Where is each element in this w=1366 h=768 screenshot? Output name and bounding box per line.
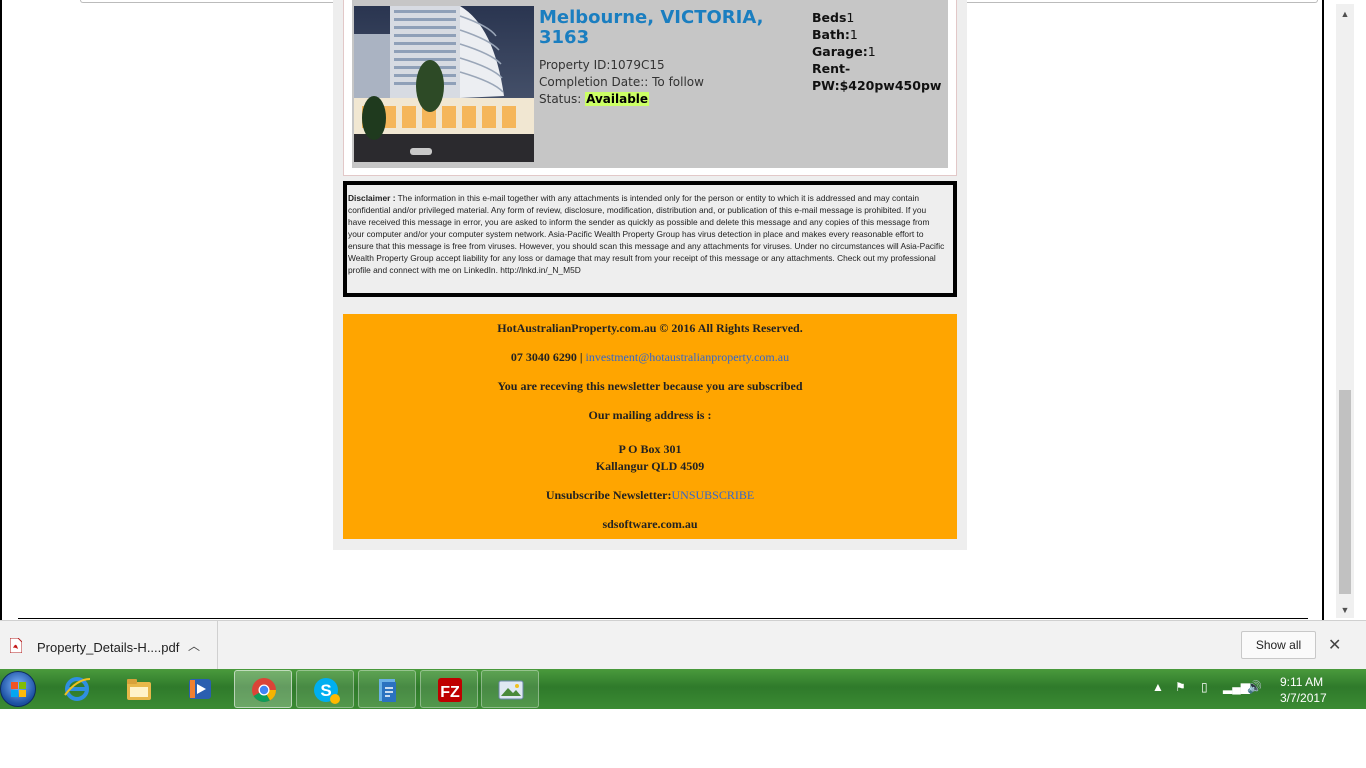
photo-viewer-icon	[498, 680, 524, 700]
bath-label: Bath:	[812, 27, 850, 42]
right-border	[1322, 0, 1324, 620]
svg-text:FZ: FZ	[440, 684, 460, 701]
unsubscribe-label: Unsubscribe Newsletter:	[545, 488, 672, 502]
mailing-address-1: P O Box 301	[618, 442, 682, 456]
unsubscribe-line: Unsubscribe Newsletter:UNSUBSCRIBE	[343, 488, 957, 503]
property-card-inner: Melbourne, VICTORIA, 3163 Property ID:10…	[352, 0, 948, 168]
garage-spec: Garage:1	[812, 44, 876, 59]
chevron-up-icon[interactable]: ︿	[188, 637, 200, 654]
show-all-button[interactable]: Show all	[1241, 631, 1316, 659]
mailing-heading: Our mailing address is :	[588, 408, 712, 422]
scrollbar-thumb[interactable]	[1339, 390, 1351, 594]
unsubscribe-link[interactable]: UNSUBSCRIBE	[671, 488, 754, 502]
vertical-scrollbar[interactable]: ▲ ▼	[1336, 4, 1354, 618]
beds-spec: Beds1	[812, 10, 854, 25]
property-address[interactable]: Melbourne, VICTORIA, 3163	[539, 8, 799, 48]
rent-value: PW:$420pw450pw	[812, 78, 942, 93]
close-icon[interactable]: ✕	[1328, 635, 1341, 655]
clock-time[interactable]: 9:11 AM	[1280, 675, 1323, 689]
garage-label: Garage:	[812, 44, 868, 59]
windows-logo-icon	[11, 682, 26, 697]
site-link[interactable]: sdsoftware.com.au	[343, 517, 957, 532]
taskbar-windows-explorer[interactable]	[110, 670, 168, 708]
browser-viewport: ▲ ▼ Melbourne, VICTORIA, 3163 Property I…	[0, 0, 1366, 620]
address-line-2[interactable]: 3163	[539, 28, 799, 48]
system-tray: ▲ ⚑ ▯ ▂▄▆ 🔊	[1145, 669, 1366, 709]
rent-label: Rent-	[812, 61, 851, 76]
address-line-1[interactable]: Melbourne, VICTORIA,	[539, 8, 799, 28]
taskbar-photo-viewer[interactable]	[481, 670, 539, 708]
internet-explorer-icon	[64, 677, 91, 701]
action-center-icon[interactable]: ⚑	[1175, 680, 1186, 694]
media-player-icon	[189, 679, 211, 699]
windows-explorer-icon	[127, 679, 151, 700]
disclaimer-box: Disclaimer : The information in this e-m…	[343, 181, 957, 297]
scroll-up-icon[interactable]: ▲	[1339, 8, 1351, 20]
left-border	[0, 0, 2, 620]
email-link[interactable]: investment@hotaustralianproperty.com.au	[586, 350, 790, 364]
contact-line: 07 3040 6290 | investment@hotaustralianp…	[343, 350, 957, 365]
download-item[interactable]: Property_Details-H....pdf ︿	[0, 621, 218, 670]
scroll-down-icon[interactable]: ▼	[1339, 604, 1351, 616]
windows-taskbar: S FZ ▲ ⚑ ▯ ▂▄▆ 🔊	[0, 669, 1366, 709]
garage-value: 1	[867, 44, 876, 59]
phone-number: 07 3040 6290 |	[510, 350, 583, 364]
bath-value: 1	[849, 27, 858, 42]
taskbar-chrome[interactable]	[234, 670, 292, 708]
beds-label: Beds	[812, 10, 847, 25]
taskbar-skype[interactable]: S	[296, 670, 354, 708]
taskbar-internet-explorer[interactable]	[48, 670, 106, 708]
start-button[interactable]	[0, 671, 36, 707]
pdf-file-icon	[10, 638, 22, 653]
clock-date[interactable]: 3/7/2017	[1280, 691, 1327, 705]
app-icon	[379, 679, 396, 702]
property-photo[interactable]	[354, 6, 534, 162]
bath-spec: Bath:1	[812, 27, 858, 42]
svg-text:S: S	[320, 681, 331, 700]
blank-area	[0, 709, 1366, 768]
disclaimer-label: Disclaimer :	[348, 193, 396, 203]
status-label: Status:	[539, 92, 582, 106]
taskbar-media-player[interactable]	[171, 670, 229, 708]
mailing-address-2: Kallangur QLD 4509	[595, 459, 705, 473]
battery-icon[interactable]: ▯	[1201, 680, 1208, 694]
copyright-text: HotAustralianProperty.com.au © 2016 All …	[497, 321, 803, 335]
disclaimer-text: Disclaimer : The information in this e-m…	[348, 193, 945, 275]
download-bar: Property_Details-H....pdf ︿ Show all ✕	[0, 620, 1366, 670]
show-hidden-icons-icon[interactable]: ▲	[1152, 680, 1164, 694]
completion-date: Completion Date:: To follow	[539, 75, 704, 89]
network-signal-icon[interactable]: ▂▄▆	[1223, 680, 1250, 694]
status-badge: Available	[585, 92, 650, 106]
property-status: Status: Available	[539, 92, 650, 106]
property-id: Property ID:1079C15	[539, 58, 665, 72]
download-file-name[interactable]: Property_Details-H....pdf	[37, 640, 179, 655]
chrome-icon	[252, 678, 276, 703]
newsletter-container: Melbourne, VICTORIA, 3163 Property ID:10…	[333, 0, 967, 550]
property-card: Melbourne, VICTORIA, 3163 Property ID:10…	[343, 0, 957, 176]
volume-icon[interactable]: 🔊	[1247, 680, 1262, 694]
subscribed-notice: You are receving this newsletter because…	[497, 379, 803, 393]
newsletter-footer: HotAustralianProperty.com.au © 2016 All …	[343, 314, 957, 539]
beds-value: 1	[846, 10, 855, 25]
taskbar-app[interactable]	[358, 670, 416, 708]
skype-icon: S	[314, 678, 340, 704]
taskbar-filezilla[interactable]: FZ	[420, 670, 478, 708]
bottom-border	[18, 618, 1308, 619]
filezilla-icon: FZ	[438, 678, 462, 702]
